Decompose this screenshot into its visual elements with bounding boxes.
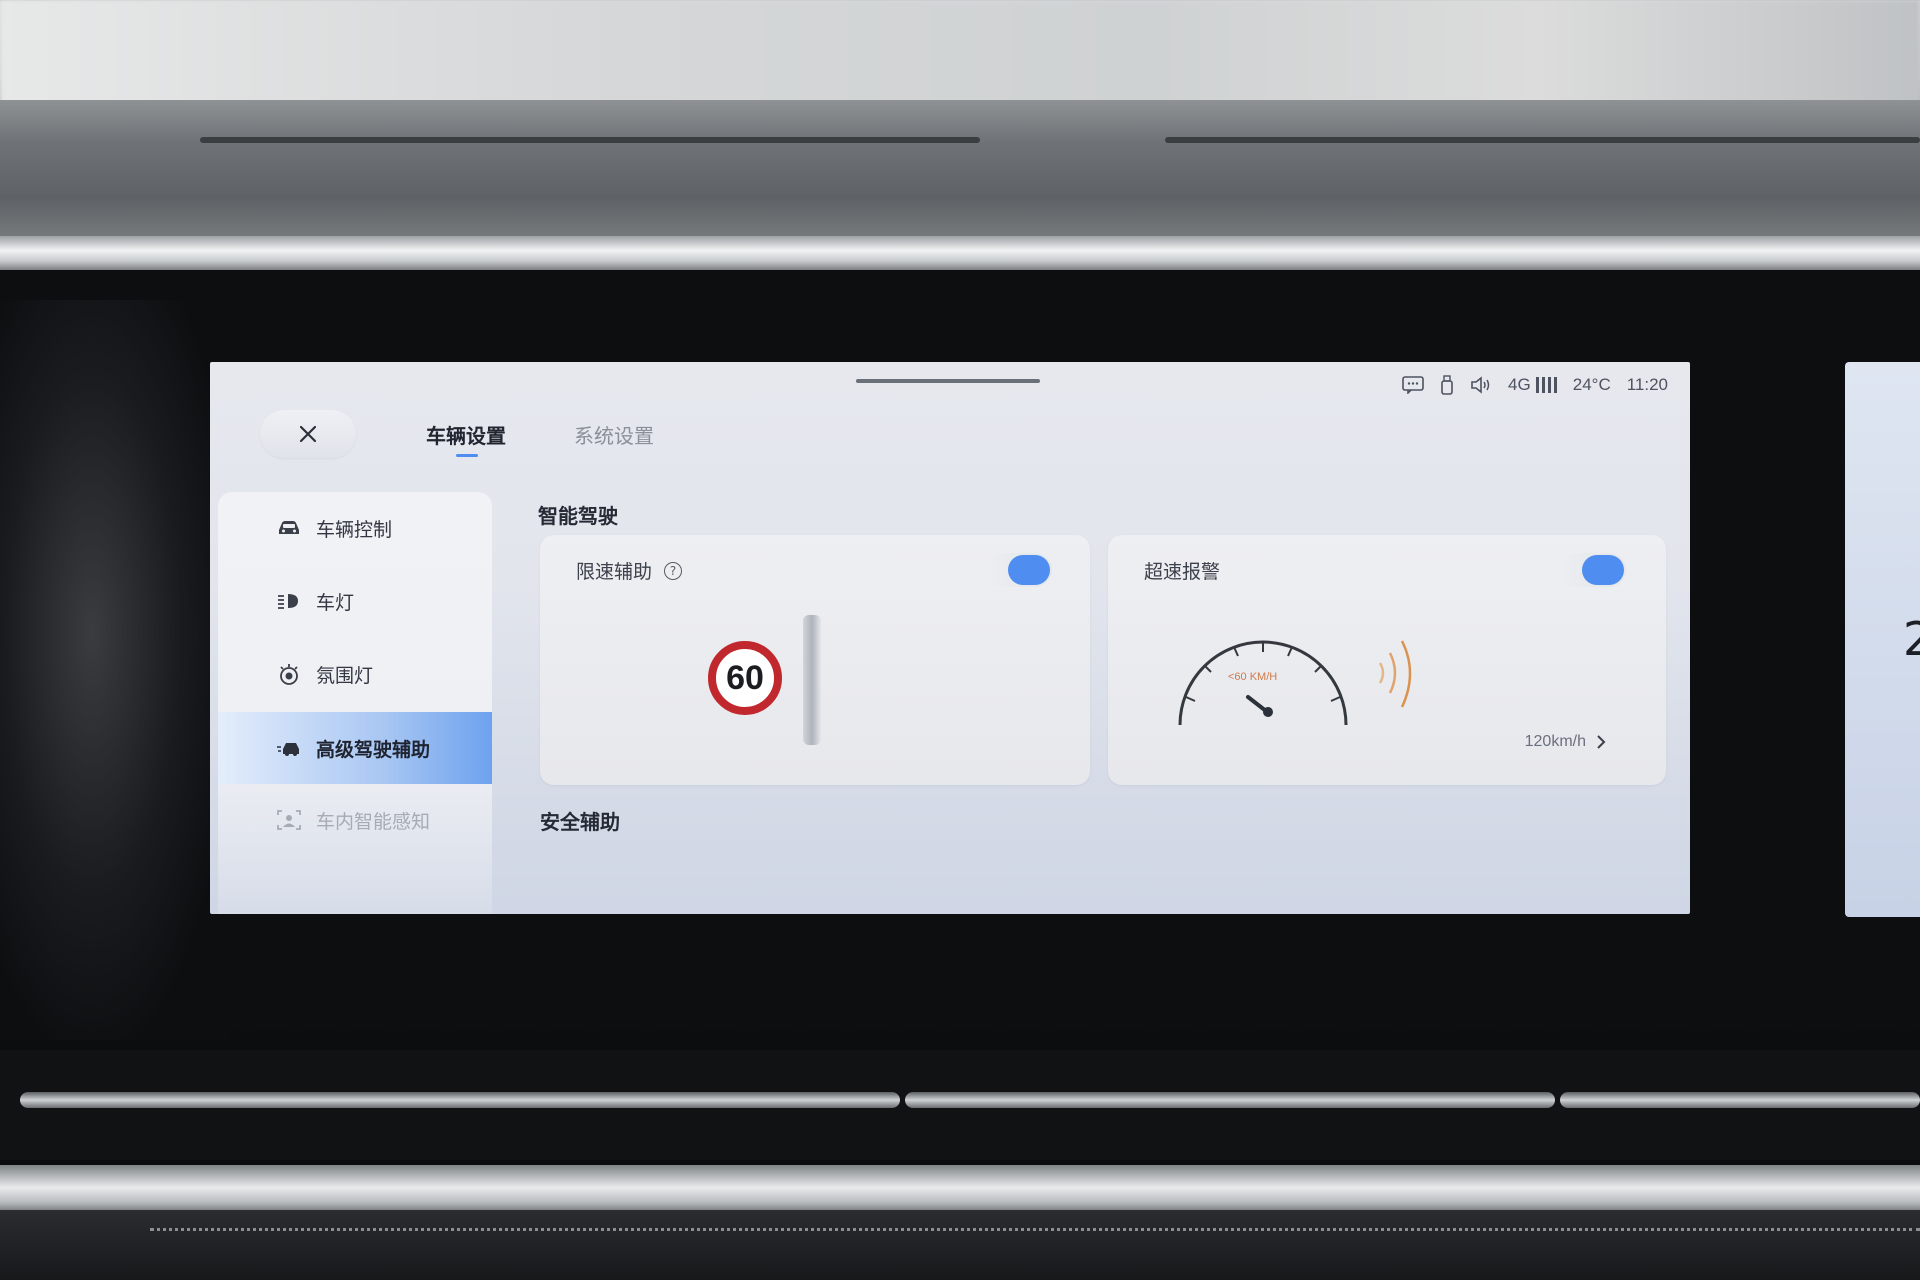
active-tab-indicator xyxy=(456,454,478,457)
message-icon[interactable] xyxy=(1402,376,1424,394)
pull-down-handle[interactable] xyxy=(856,379,1040,383)
network-label: 4G xyxy=(1508,375,1531,394)
settings-sidebar: 车辆控制 车灯 氛围灯 高级驾驶辅助 车内智能感知 xyxy=(218,492,492,914)
speed-limit-assist-label: 限速辅助 xyxy=(576,561,653,583)
infotainment-screen: 4G 24°C 11:20 车辆设置 系统设置 车辆控制 车灯 氛围灯 高级驾驶… xyxy=(210,362,1690,914)
cabin-sensing-icon xyxy=(277,810,301,830)
sidebar-item-advanced-driver-assist[interactable]: 高级驾驶辅助 xyxy=(218,712,492,784)
network-indicator: 4G xyxy=(1508,375,1557,395)
section-title-smart-driving: 智能驾驶 xyxy=(538,504,618,528)
driver-assist-icon xyxy=(277,743,299,756)
sidebar-item-label: 车辆控制 xyxy=(316,518,393,541)
gauge-limit-label: <60 KM/H xyxy=(1228,671,1278,683)
windshield-background xyxy=(0,0,1920,105)
status-bar: 4G 24°C 11:20 xyxy=(1402,370,1668,400)
defrost-vent-left xyxy=(200,137,980,143)
sidebar-item-ambient-light[interactable]: 氛围灯 xyxy=(218,638,492,710)
sign-pole-illustration xyxy=(803,615,821,745)
close-icon xyxy=(299,425,317,443)
secondary-screen-text: 2 xyxy=(1903,612,1920,666)
ambient-light-icon xyxy=(280,664,298,685)
defrost-vent-right xyxy=(1165,137,1920,143)
chrome-vent-bar-center xyxy=(905,1092,1555,1108)
overspeed-threshold-value: 120km/h xyxy=(1524,733,1586,750)
sidebar-item-label: 车灯 xyxy=(316,591,355,614)
headlight-icon xyxy=(278,594,298,609)
card-title: 超速报警 xyxy=(1144,557,1220,584)
leather-stitching xyxy=(150,1228,1920,1231)
sidebar-item-lights[interactable]: 车灯 xyxy=(218,565,492,637)
sidebar-item-label: 车内智能感知 xyxy=(316,810,431,833)
overspeed-threshold-link[interactable]: 120km/h xyxy=(1525,733,1606,751)
overspeed-warning-card[interactable]: 超速报警 <60 KM/H 120km/h xyxy=(1108,535,1666,785)
chrome-vent-bar-left xyxy=(20,1092,900,1108)
chrome-trim-top xyxy=(0,236,1920,272)
overspeed-warning-toggle[interactable] xyxy=(1560,553,1626,587)
volume-icon[interactable] xyxy=(1470,376,1492,394)
signal-icon xyxy=(1535,377,1557,393)
sidebar-item-cabin-sensing[interactable]: 车内智能感知 xyxy=(218,784,492,856)
dashboard-top xyxy=(0,100,1920,240)
chrome-trim-bottom xyxy=(0,1165,1920,1215)
bezel-reflection xyxy=(0,300,230,1040)
help-icon[interactable]: ? xyxy=(664,561,683,580)
leather-dash xyxy=(0,1210,1920,1280)
chevron-right-icon xyxy=(1597,735,1606,749)
card-title: 限速辅助 ? xyxy=(576,557,683,584)
tab-vehicle-settings[interactable]: 车辆设置 xyxy=(426,420,506,449)
speed-limit-sign: 60 xyxy=(708,641,782,715)
car-icon xyxy=(279,521,299,534)
sidebar-item-label: 高级驾驶辅助 xyxy=(316,738,431,761)
sidebar-item-label: 氛围灯 xyxy=(316,664,374,687)
section-title-safety-assist: 安全辅助 xyxy=(540,810,620,834)
clock: 11:20 xyxy=(1626,375,1668,394)
overspeed-warning-label: 超速报警 xyxy=(1144,561,1221,583)
speed-limit-assist-card[interactable]: 限速辅助 ? 60 xyxy=(540,535,1090,785)
chrome-vent-bar-right xyxy=(1560,1092,1920,1108)
tab-system-settings[interactable]: 系统设置 xyxy=(574,420,654,449)
sidebar-item-vehicle-control[interactable]: 车辆控制 xyxy=(218,492,492,564)
usb-icon xyxy=(1440,375,1454,395)
speed-limit-assist-toggle[interactable] xyxy=(986,553,1052,587)
warning-wave-icon xyxy=(1378,640,1412,708)
temperature-readout: 24°C xyxy=(1572,375,1611,394)
close-button[interactable] xyxy=(260,410,356,458)
